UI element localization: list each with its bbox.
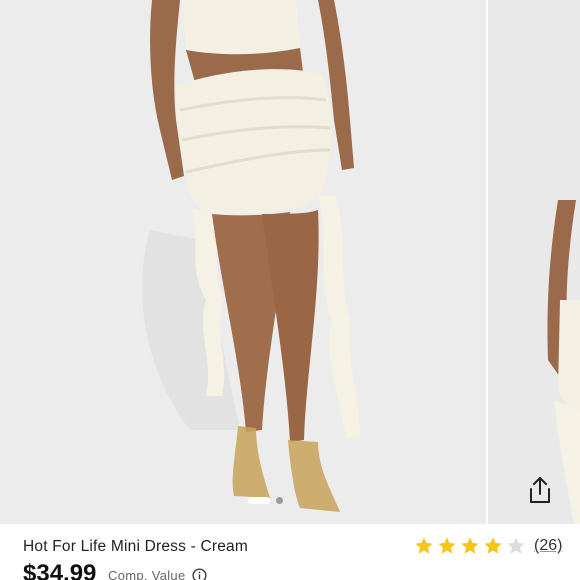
- product-image-main[interactable]: [0, 0, 486, 524]
- product-image-next[interactable]: [488, 0, 580, 524]
- product-photo-next: [488, 0, 580, 524]
- pagination-dot-active[interactable]: [248, 497, 270, 504]
- pagination-dot[interactable]: [276, 497, 283, 504]
- product-info: Hot For Life Mini Dress - Cream (26) $34…: [0, 524, 580, 580]
- product-rating[interactable]: (26): [414, 536, 562, 556]
- review-count[interactable]: (26): [534, 537, 562, 555]
- product-image-gallery[interactable]: [0, 0, 580, 524]
- comp-value: Comp. Value: [108, 568, 207, 580]
- star-filled-icon: [484, 537, 502, 554]
- comp-value-label: Comp. Value: [108, 568, 186, 580]
- star-filled-icon: [461, 537, 479, 554]
- star-filled-icon: [438, 537, 456, 554]
- star-filled-icon: [415, 537, 433, 554]
- product-price: $34.99: [23, 560, 97, 580]
- share-icon: [530, 477, 550, 503]
- gallery-pagination: [248, 497, 283, 504]
- info-icon[interactable]: [191, 568, 207, 580]
- rating-stars: [414, 536, 526, 556]
- product-title: Hot For Life Mini Dress - Cream: [23, 538, 248, 555]
- product-photo: [0, 0, 486, 524]
- share-button[interactable]: [520, 470, 560, 510]
- star-empty-icon: [507, 537, 525, 554]
